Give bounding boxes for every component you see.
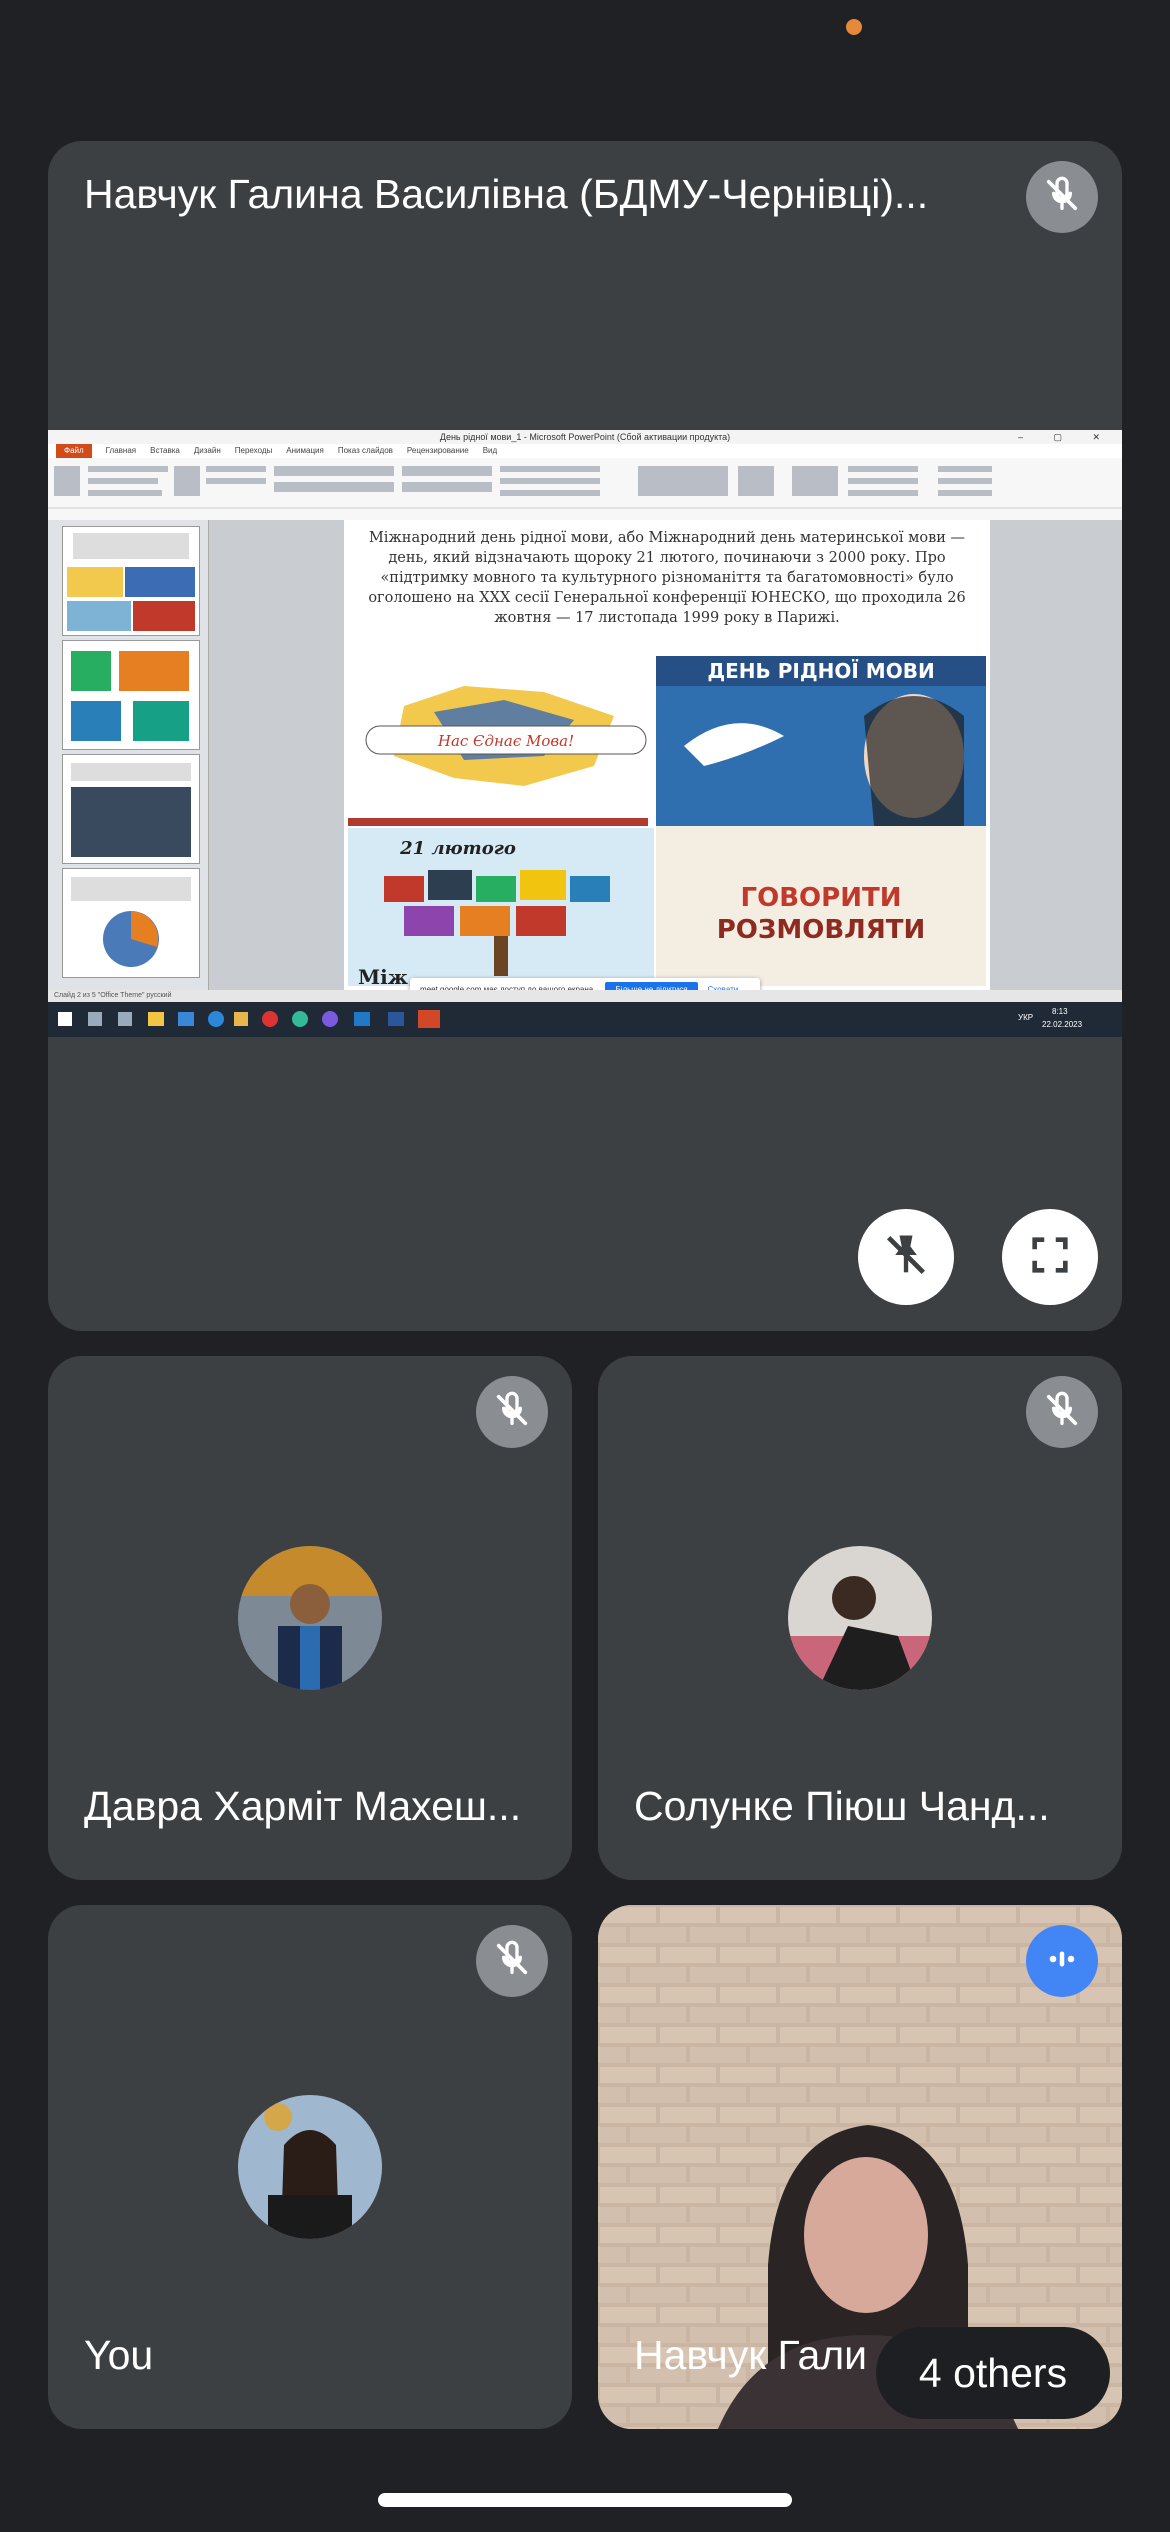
shared-screen: День рідної мови_1 - Microsoft PowerPoin…: [48, 430, 1122, 1037]
speaking-indicator: [1026, 1925, 1098, 1997]
fullscreen-icon: [1027, 1232, 1073, 1283]
avatar: [238, 1546, 382, 1690]
taskbar-lang: УКР: [1018, 1013, 1034, 1022]
avatar: [238, 2095, 382, 2239]
slide-text: Міжнародний день рідної мови, або Міжнар…: [368, 530, 966, 626]
unpin-button[interactable]: [858, 1209, 954, 1305]
mute-status-button[interactable]: [1026, 161, 1098, 233]
participant-name: Давра Харміт Махеш...: [84, 1783, 522, 1829]
word-cloud-1: ГОВОРИТИ: [741, 883, 902, 913]
participant-tile[interactable]: Солунке Піюш Чанд...: [598, 1356, 1122, 1880]
mute-status-button[interactable]: [476, 1925, 548, 1997]
ppt-workspace: Міжнародний день рідної мови, або Міжнар…: [48, 520, 1122, 990]
poster-title: ДЕНЬ РІДНОЇ МОВИ: [707, 659, 934, 683]
notification-dot: [846, 19, 862, 35]
participant-name: Солунке Піюш Чанд...: [634, 1783, 1050, 1829]
taskbar-date: 22.02.2023: [1042, 1020, 1083, 1029]
windows-taskbar: УКР 8:13 22.02.2023: [48, 1002, 1122, 1037]
mute-status-button[interactable]: [1026, 1376, 1098, 1448]
fullscreen-button[interactable]: [1002, 1209, 1098, 1305]
window-title: День рідної мови_1 - Microsoft PowerPoin…: [48, 430, 1122, 444]
ppt-menu: Файл Главная Вставка Дизайн Переходы Ани…: [48, 444, 1122, 458]
participant-name: Навчук Галина Василівна (БДМУ-Чернівці).…: [84, 171, 929, 217]
participant-name: You: [84, 2332, 154, 2378]
audio-level-icon: [1044, 1941, 1080, 1982]
ppt-ribbon: [48, 458, 1122, 521]
others-button[interactable]: 4 others: [876, 2327, 1110, 2419]
participant-tile[interactable]: Давра Харміт Махеш...: [48, 1356, 572, 1880]
ppt-status-bar: Слайд 2 из 5 "Office Theme" русский: [48, 990, 1122, 1002]
mute-status-button[interactable]: [476, 1376, 548, 1448]
slide-thumbnails: [48, 520, 209, 990]
slide-date: 21 лютого: [399, 838, 516, 859]
mic-off-icon: [1042, 1390, 1082, 1435]
self-tile[interactable]: You: [48, 1905, 572, 2429]
unpin-icon: [880, 1229, 932, 1286]
slide-partial-heading: Між: [358, 965, 408, 986]
mic-off-icon: [492, 1939, 532, 1984]
current-slide: Міжнародний день рідної мови, або Міжнар…: [344, 520, 990, 990]
mic-off-icon: [492, 1390, 532, 1435]
slide-image-caption: Нас Єднає Мова!: [437, 732, 574, 750]
word-cloud-2: РОЗМОВЛЯТИ: [717, 915, 926, 945]
mic-off-icon: [1042, 175, 1082, 220]
home-indicator[interactable]: [378, 2493, 792, 2507]
avatar: [788, 1546, 932, 1690]
taskbar-time: 8:13: [1052, 1007, 1068, 1016]
